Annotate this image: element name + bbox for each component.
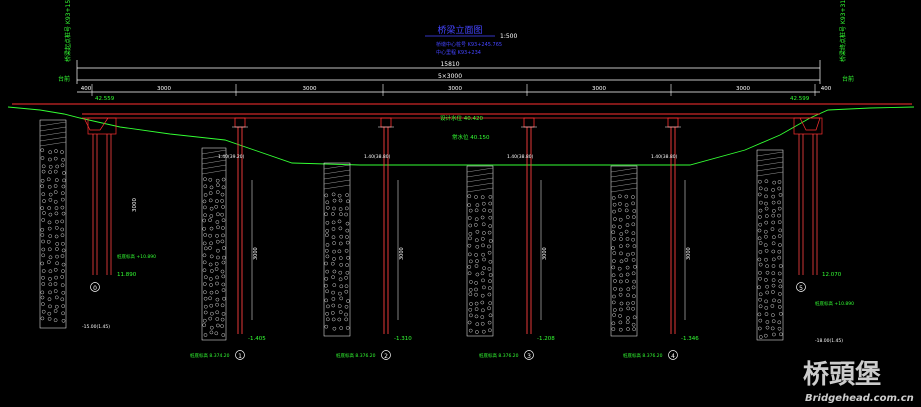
abutment-elevation-left: 11.890: [117, 272, 137, 278]
pier-cap: [380, 117, 392, 128]
drawing-scale: 1:500: [500, 33, 517, 40]
borehole-column-p4: [610, 165, 638, 337]
geology-label-right: -18.00(1.45): [815, 338, 843, 344]
deck-elevation-left: 42.559: [95, 96, 115, 102]
title-block: 桥梁立面图 1:500 桥墩中心桩号 K93+245.765 中心里程 K93+…: [425, 24, 517, 56]
deck-elevation-right: 42.599: [790, 96, 810, 102]
span-dimensions: 400 400 3000 3000 3000 3000 3000: [81, 84, 832, 96]
abutment-elevation-right: 12.070: [822, 272, 842, 278]
abutment-0: 0: [87, 117, 117, 292]
pile-tip-elevation: -1.346: [681, 336, 699, 342]
span-length: 3000: [157, 86, 171, 92]
cap-elevation: 1.40(38.80): [364, 154, 391, 160]
span-length: 3000: [303, 86, 317, 92]
abutment-cap: [793, 117, 823, 135]
pile-bottom-elevation: 桩底标高 8.376.20: [623, 352, 663, 359]
title-sub-2: 中心里程 K93+234: [436, 49, 481, 56]
bridge-elevation-drawing: 桥梁立面图 1:500 桥墩中心桩号 K93+245.765 中心里程 K93+…: [7, 0, 915, 404]
end-dim-right: 400: [821, 86, 832, 92]
drawing-title: 桥梁立面图: [437, 24, 482, 36]
pile-length: 3000: [686, 247, 692, 260]
borehole-column-right: [756, 149, 784, 341]
cap-elevation: 1.40(39.20): [218, 154, 245, 160]
pile-bottom-elevation: 桩底标高 8.376.20: [479, 352, 519, 359]
pile-tip-elevation: -1.310: [394, 336, 412, 342]
span-length: 3000: [736, 86, 750, 92]
pile-length-left: 3000: [132, 198, 138, 212]
normal-water-level: 常水位 40.150: [452, 133, 490, 141]
title-sub-1: 桥墩中心桩号 K93+245.765: [436, 41, 502, 48]
pier-number: 3: [527, 353, 531, 360]
piers-layer: 3000 1.40(39.20) -1.405 1 桩底标高 8.374.20 3000 1…: [39, 117, 823, 360]
abutment-5: 5: [793, 117, 823, 292]
end-dim-left: 400: [81, 86, 92, 92]
pile-tip-elevation: -1.208: [537, 336, 555, 342]
right-end-label: 台前: [842, 75, 854, 83]
abutment-number: 5: [799, 285, 803, 292]
watermark-url: Bridgehead.com.cn: [805, 393, 914, 404]
pier-cap: [523, 117, 535, 128]
pier-number: 1: [238, 353, 242, 360]
pile-bottom-left: 桩底标高 +10.890: [117, 253, 156, 260]
borehole-column-left: [39, 119, 67, 329]
geology-label-left: -15.00(1.45): [82, 324, 110, 330]
design-water-level: 设计水位 40.420: [440, 114, 483, 122]
borehole-column-p3: [466, 165, 494, 337]
pile-length: 3000: [399, 247, 405, 260]
pile-bottom-elevation: 桩底标高 8.374.20: [190, 352, 230, 359]
deck-span-length: 5×3000: [438, 73, 462, 80]
pier-number: 4: [671, 353, 675, 360]
pile-bottom-elevation: 桩底标高 8.376.20: [336, 352, 376, 359]
watermark: 桥頭堡 Bridgehead.com.cn: [803, 359, 914, 404]
pile-bottom-right: 桩底标高 +10.890: [815, 300, 854, 307]
station-label-right: 桥梁终点桩号 K93+313.85: [839, 0, 847, 62]
station-label-left: 桥梁起点桩号 K93+154.85: [64, 0, 72, 62]
span-length: 3000: [448, 86, 462, 92]
pier-cap: [234, 117, 246, 128]
pier-3: 3000 1.40(38.80) -1.208 3 桩底标高 8.376.20: [479, 117, 555, 360]
borehole-column-p2: [323, 162, 351, 337]
pier-1: 3000 1.40(39.20) -1.405 1 桩底标高 8.374.20: [190, 117, 266, 360]
pier-2: 3000 1.40(38.80) -1.310 2 桩底标高 8.376.20: [336, 117, 412, 360]
left-end-label: 台前: [58, 75, 70, 83]
cap-elevation: 1.40(38.80): [651, 154, 678, 160]
watermark-logo-text: 桥頭堡: [803, 359, 881, 390]
borehole-column-p1: [201, 147, 227, 341]
abutment-number: 0: [93, 285, 97, 292]
pier-cap: [667, 117, 679, 128]
pile-length: 3000: [542, 247, 548, 260]
cap-elevation: 1.40(38.80): [507, 154, 534, 160]
pier-number: 2: [384, 353, 388, 360]
pile-tip-elevation: -1.405: [248, 336, 266, 342]
span-length: 3000: [592, 86, 606, 92]
pile-length: 3000: [253, 247, 259, 260]
overall-length: 15810: [440, 61, 459, 68]
